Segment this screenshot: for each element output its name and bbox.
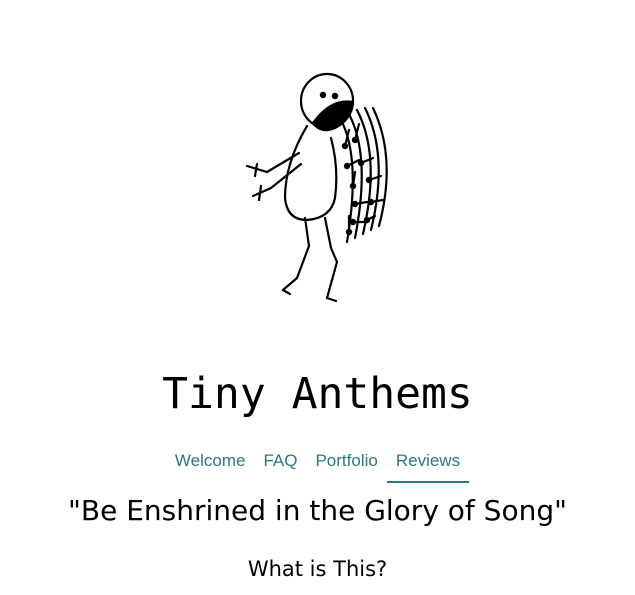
nav-item-welcome[interactable]: Welcome [166, 449, 255, 483]
nav-item-portfolio[interactable]: Portfolio [306, 449, 386, 483]
site-title: Tiny Anthems [162, 369, 473, 419]
singing-stick-figure-icon [245, 72, 388, 303]
nav-item-reviews[interactable]: Reviews [386, 449, 470, 483]
page: Tiny Anthems Welcome FAQ Portfolio Revie… [0, 0, 635, 595]
main-nav: Welcome FAQ Portfolio Reviews [0, 449, 635, 483]
section-heading: What is This? [247, 557, 388, 581]
tagline: "Be Enshrined in the Glory of Song" [68, 494, 567, 527]
nav-item-faq[interactable]: FAQ [254, 449, 306, 483]
